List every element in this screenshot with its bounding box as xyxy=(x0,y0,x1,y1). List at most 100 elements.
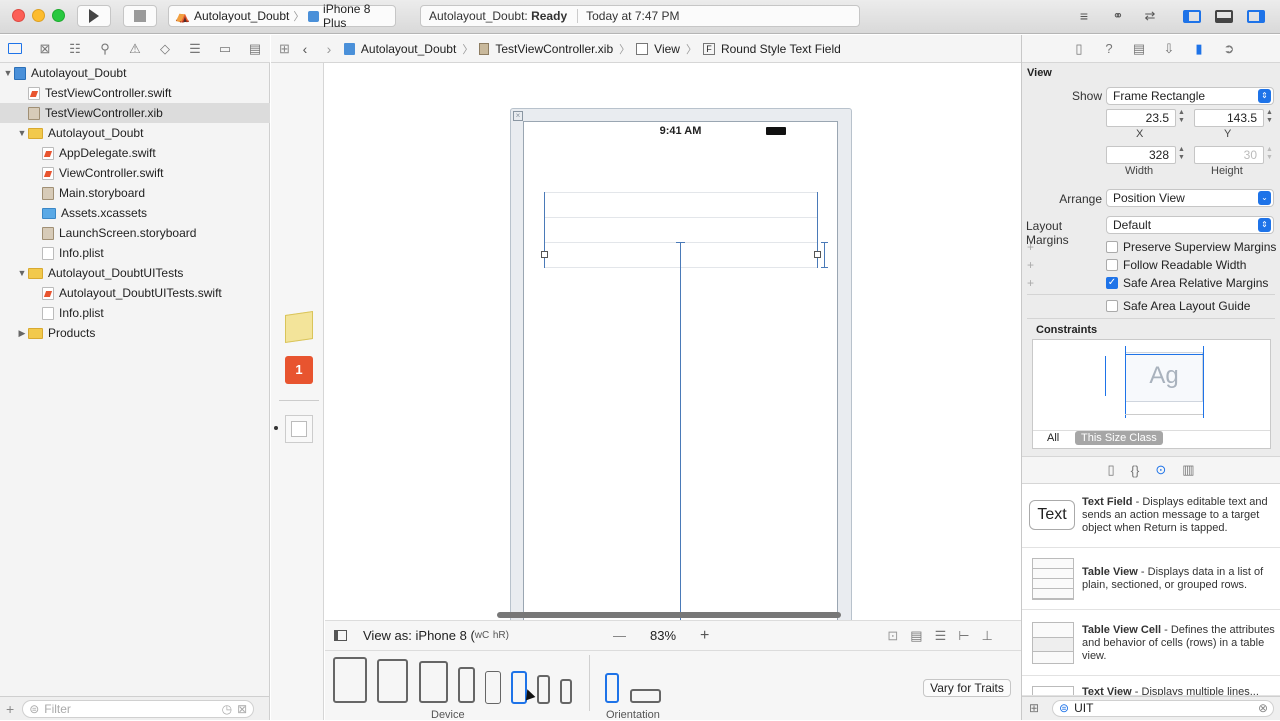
navigator-item[interactable]: ▼ Autolayout_Doubt xyxy=(0,63,270,83)
disclosure-triangle-icon[interactable]: ▶ xyxy=(16,328,28,339)
files-owner-icon[interactable] xyxy=(285,311,313,343)
toggle-outline-icon[interactable] xyxy=(334,630,347,641)
navigator-item[interactable]: LaunchScreen.storyboard xyxy=(0,223,270,243)
readable-width-checkbox[interactable] xyxy=(1106,259,1118,271)
resize-handle-right[interactable] xyxy=(814,251,821,258)
width-field[interactable]: 328 xyxy=(1106,146,1176,164)
y-stepper[interactable]: ▲ ▼ xyxy=(1265,109,1274,127)
file-inspector-tab[interactable]: ▯ xyxy=(1066,41,1092,57)
library-item[interactable]: Text Text Field - Displays editable text… xyxy=(1022,484,1280,548)
disclosure-triangle-icon[interactable]: ▼ xyxy=(16,128,28,138)
iphone-4s-icon[interactable] xyxy=(560,679,572,704)
object-library-tab[interactable]: ⊙ xyxy=(1155,462,1166,478)
code-snippet-tab[interactable]: {} xyxy=(1131,463,1140,478)
close-scene-icon[interactable]: × xyxy=(513,111,523,121)
stop-button[interactable] xyxy=(123,5,157,27)
library-filter-field[interactable]: ⊜ UIT ⊗ xyxy=(1052,700,1274,717)
library-item[interactable]: Table View Cell - Defines the attributes… xyxy=(1022,610,1280,676)
jump-project[interactable]: Autolayout_Doubt xyxy=(361,42,456,56)
identity-inspector-tab[interactable]: ▤ xyxy=(1126,41,1152,57)
navigator-item[interactable]: AppDelegate.swift xyxy=(0,143,270,163)
grid-view-icon[interactable]: ⊞ xyxy=(1029,701,1039,715)
breakpoint-navigator-tab[interactable]: ▭ xyxy=(210,35,240,63)
navigator-item[interactable]: Info.plist xyxy=(0,303,270,323)
view-object-icon[interactable] xyxy=(285,415,313,443)
debug-navigator-tab[interactable]: ☰ xyxy=(180,35,210,63)
ipad-pro-9-icon[interactable] xyxy=(419,661,448,703)
jump-view[interactable]: View xyxy=(654,42,680,56)
disclosure-triangle-icon[interactable]: ▼ xyxy=(2,68,14,78)
navigator-item[interactable]: TestViewController.swift xyxy=(0,83,270,103)
navigator-item[interactable]: TestViewController.xib xyxy=(0,103,270,123)
add-variation-icon[interactable]: + xyxy=(1027,240,1034,254)
add-icon[interactable]: + xyxy=(6,701,14,717)
jump-element[interactable]: Round Style Text Field xyxy=(721,42,841,56)
horizontal-scrollbar[interactable] xyxy=(497,612,841,618)
first-responder-icon[interactable]: 1 xyxy=(285,356,313,384)
media-library-tab[interactable]: ▥ xyxy=(1182,462,1194,478)
add-constraints-icon[interactable]: ⊢ xyxy=(958,628,969,644)
resolve-issues-icon[interactable]: ⊥ xyxy=(982,628,993,644)
issue-navigator-tab[interactable]: ⚠ xyxy=(120,35,150,63)
x-field[interactable]: 23.5 xyxy=(1106,109,1176,127)
related-items-icon[interactable]: ⊞ xyxy=(279,41,290,57)
resize-handle-left[interactable] xyxy=(541,251,548,258)
jump-file[interactable]: TestViewController.xib xyxy=(495,42,613,56)
source-control-navigator-tab[interactable]: ⊠ xyxy=(30,35,60,63)
quick-help-tab[interactable]: ? xyxy=(1096,41,1122,56)
navigator-item[interactable]: ▶ Products xyxy=(0,323,270,343)
preserve-margins-checkbox[interactable] xyxy=(1106,241,1118,253)
test-navigator-tab[interactable]: ◇ xyxy=(150,35,180,63)
iphone-8-plus-icon[interactable] xyxy=(458,667,475,703)
zoom-in-button[interactable]: + xyxy=(700,627,709,645)
ipad-pro-12-icon[interactable] xyxy=(333,657,367,703)
report-navigator-tab[interactable]: ▤ xyxy=(240,35,270,63)
navigator-item[interactable]: Autolayout_DoubtUITests.swift xyxy=(0,283,270,303)
toggle-navigator-button[interactable] xyxy=(1178,5,1206,27)
add-variation-icon[interactable]: + xyxy=(1027,258,1034,272)
navigator-item[interactable]: Main.storyboard xyxy=(0,183,270,203)
version-editor-button[interactable]: ⇄ xyxy=(1136,5,1164,27)
close-window-button[interactable] xyxy=(12,9,25,22)
scheme-selector[interactable]: ⛺ Autolayout_Doubt 〉 iPhone 8 Plus xyxy=(168,2,396,30)
size-inspector-tab[interactable]: ▮ xyxy=(1186,41,1212,57)
iphone-se-icon[interactable] xyxy=(537,675,550,704)
navigator-filter-field[interactable]: ⊜ Filter ◷ ⊠ xyxy=(22,699,255,718)
file-template-tab[interactable]: ▯ xyxy=(1107,462,1114,478)
disclosure-triangle-icon[interactable]: ▼ xyxy=(16,268,28,278)
arrange-popup[interactable]: Position View ⌄ xyxy=(1106,189,1274,207)
x-stepper[interactable]: ▲ ▼ xyxy=(1177,109,1186,127)
portrait-orientation-icon[interactable] xyxy=(605,673,619,703)
zoom-window-button[interactable] xyxy=(52,9,65,22)
navigator-item[interactable]: ▼ Autolayout_Doubt xyxy=(0,123,270,143)
navigator-item[interactable]: Assets.xcassets xyxy=(0,203,270,223)
show-popup[interactable]: Frame Rectangle ⇕ xyxy=(1106,87,1274,105)
project-navigator-tab[interactable] xyxy=(0,35,30,63)
all-filter[interactable]: All xyxy=(1047,432,1059,444)
attributes-inspector-tab[interactable]: ⇩ xyxy=(1156,41,1182,57)
navigator-item[interactable]: ▼ Autolayout_DoubtUITests xyxy=(0,263,270,283)
standard-editor-button[interactable]: ≡ xyxy=(1070,5,1098,27)
landscape-orientation-icon[interactable] xyxy=(630,689,661,703)
assistant-editor-button[interactable]: ⚭ xyxy=(1104,5,1132,27)
size-class-filter[interactable]: This Size Class xyxy=(1075,431,1163,445)
add-variation-icon[interactable]: + xyxy=(1027,276,1034,290)
update-frames-icon[interactable]: ⊡ xyxy=(887,628,898,644)
vary-for-traits-button[interactable]: Vary for Traits xyxy=(923,679,1011,697)
symbol-navigator-tab[interactable]: ☷ xyxy=(60,35,90,63)
forward-button[interactable]: › xyxy=(320,41,338,57)
navigator-item[interactable]: Info.plist xyxy=(0,243,270,263)
library-item[interactable]: Text View - Displays multiple lines... xyxy=(1022,676,1280,696)
ipad-pro-10-icon[interactable] xyxy=(377,659,408,703)
toggle-utilities-button[interactable] xyxy=(1242,5,1270,27)
recent-files-icon[interactable]: ◷ xyxy=(222,702,232,716)
layout-margins-popup[interactable]: Default ⇕ xyxy=(1106,216,1274,234)
zoom-out-button[interactable]: — xyxy=(613,628,626,643)
clear-icon[interactable]: ⊗ xyxy=(1258,701,1268,716)
safe-area-guide-checkbox[interactable] xyxy=(1106,300,1118,312)
run-button[interactable] xyxy=(77,5,111,27)
width-stepper[interactable]: ▲ ▼ xyxy=(1177,146,1186,164)
library-item[interactable]: Table View - Displays data in a list of … xyxy=(1022,548,1280,610)
minimize-window-button[interactable] xyxy=(32,9,45,22)
view-canvas[interactable]: 9:41 AM xyxy=(523,121,838,622)
